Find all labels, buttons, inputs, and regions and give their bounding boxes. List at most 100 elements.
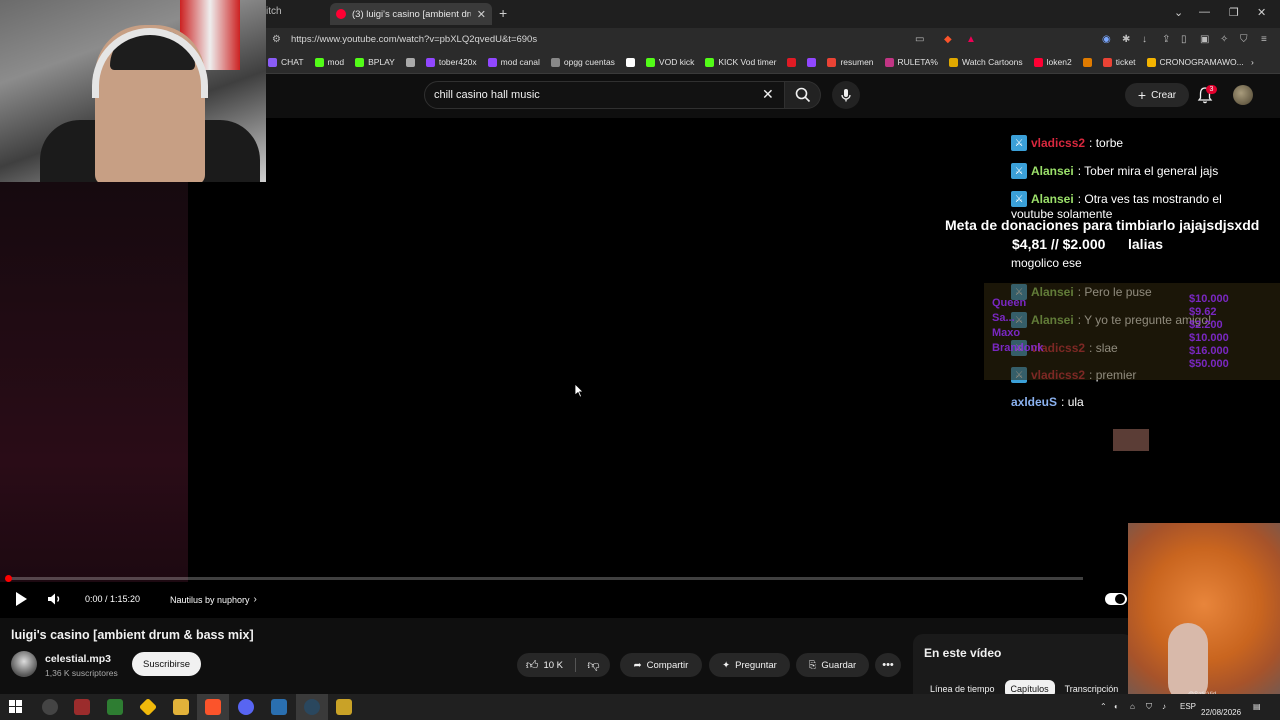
site-info-icon[interactable]: ⚙	[272, 34, 281, 45]
bookmark-item[interactable]: tober420x	[425, 57, 477, 67]
bookmark-icon: ⎘	[808, 659, 817, 671]
bookmark-item[interactable]: mod canal	[487, 57, 540, 67]
taskbar-chrome-icon[interactable]	[42, 699, 58, 715]
bookmark-favicon-icon	[550, 57, 560, 67]
search-input[interactable]: chill casino hall music	[434, 89, 540, 101]
taskbar-brave-icon[interactable]	[205, 699, 221, 715]
bookmark-label: mod canal	[500, 57, 540, 67]
bookmarks-overflow-icon[interactable]: ›	[1251, 57, 1254, 67]
dislike-button[interactable]: 👎︎	[577, 658, 610, 673]
mouse-cursor-icon	[574, 383, 584, 398]
taskbar-vscode-icon[interactable]	[271, 699, 287, 715]
bookmark-item[interactable]: RULETA%	[884, 57, 938, 67]
bookmark-label: VOD kick	[658, 57, 695, 67]
account-avatar[interactable]	[1233, 85, 1253, 105]
bookmark-item[interactable]: ticket	[1102, 57, 1136, 67]
search-clear-icon[interactable]: ✕	[762, 86, 774, 103]
more-actions-button[interactable]: •••	[875, 653, 901, 677]
like-button[interactable]: 👍︎ 10 K	[517, 658, 572, 673]
vpn-icon[interactable]: ⛉	[1240, 34, 1248, 45]
chat-text: : Otra ves tas mostrando el	[1077, 192, 1222, 206]
bookmark-item[interactable]: KICK Vod timer	[705, 57, 776, 67]
taskbar-discord-icon[interactable]	[238, 699, 254, 715]
menu-icon[interactable]: ≡	[1261, 34, 1267, 45]
create-button[interactable]: + Crear	[1125, 83, 1189, 107]
play-icon[interactable]	[14, 591, 28, 607]
taskbar-app-icon[interactable]	[74, 699, 90, 715]
minimize-icon[interactable]: —	[1199, 6, 1210, 18]
bookmark-item[interactable]: mod	[314, 57, 344, 67]
sidebar-toggle-icon[interactable]: ▯	[1181, 34, 1187, 45]
bookmark-item[interactable]: CRONOGRAMAWO...	[1146, 57, 1244, 67]
windows-start-icon[interactable]	[9, 700, 22, 713]
leo-ai-icon[interactable]: ✧	[1220, 34, 1228, 45]
tab-close-icon[interactable]: ✕	[477, 8, 486, 21]
bookmark-item[interactable]	[807, 57, 817, 67]
new-tab-icon[interactable]: +	[499, 5, 507, 21]
bookmark-item[interactable]	[405, 57, 415, 67]
search-button[interactable]	[785, 81, 821, 109]
chat-message: ⚔ Alansei: Tober mira el general jajs	[1011, 163, 1218, 179]
taskbar-date[interactable]: 22/08/2026	[1201, 708, 1241, 717]
bookmark-item[interactable]	[1082, 57, 1092, 67]
brave-shield-icon[interactable]: ◆	[944, 34, 952, 45]
bookmark-favicon-icon	[487, 57, 497, 67]
window-close-icon[interactable]: ✕	[1257, 6, 1266, 19]
extensions-icon[interactable]: ✱	[1122, 34, 1130, 45]
share-page-icon[interactable]: ⇪	[1162, 34, 1170, 45]
tray-network-icon[interactable]: ⌂	[1130, 702, 1135, 711]
bookmark-favicon-icon	[425, 57, 435, 67]
taskbar-steam-icon[interactable]	[304, 699, 320, 715]
subscribe-button[interactable]: Suscribirse	[132, 652, 201, 676]
notification-badge: 3	[1206, 85, 1217, 94]
donor-amount: $9.62	[1189, 306, 1217, 318]
brave-rewards-icon[interactable]: ▲	[966, 34, 976, 45]
youtube-favicon-icon	[336, 9, 346, 19]
wallet-icon[interactable]: ▣	[1200, 34, 1209, 45]
bookmarks-list: CHAT mod BPLAY tober420x mod canal opgg cuent…	[268, 57, 1258, 67]
bookmark-item[interactable]: opgg cuentas	[550, 57, 615, 67]
moderator-badge-icon: ⚔	[1011, 135, 1027, 151]
like-count: 10 K	[543, 659, 563, 671]
channel-name[interactable]: celestial.mp3	[45, 653, 111, 665]
chapter-link[interactable]: Nautilus by nuphory ›	[170, 594, 257, 605]
tray-app-icon[interactable]: ◐	[1114, 702, 1119, 711]
bookmark-label: RULETA%	[897, 57, 938, 67]
save-button[interactable]: ⎘ Guardar	[796, 653, 869, 677]
bookmark-item[interactable]	[625, 57, 635, 67]
cast-icon[interactable]: ▭	[915, 34, 924, 45]
sound-icon[interactable]: ◉	[1102, 34, 1111, 45]
bookmark-item[interactable]: Watch Cartoons	[949, 57, 1023, 67]
progress-bar[interactable]	[8, 577, 1083, 580]
bookmark-item[interactable]: BPLAY	[355, 57, 395, 67]
bookmark-item[interactable]: resumen	[827, 57, 874, 67]
downloads-icon[interactable]: ↓	[1142, 34, 1147, 45]
ask-button[interactable]: ✦ Preguntar	[709, 653, 790, 677]
language-indicator[interactable]: ESP	[1180, 702, 1196, 711]
bookmark-favicon-icon	[314, 57, 324, 67]
bookmark-item[interactable]: VOD kick	[645, 57, 695, 67]
volume-icon[interactable]	[47, 592, 63, 606]
taskbar-folder-icon[interactable]	[173, 699, 189, 715]
bookmark-item[interactable]: CHAT	[268, 57, 304, 67]
thumbs-up-icon: 👍︎	[525, 657, 539, 672]
taskbar-app2-icon[interactable]	[336, 699, 352, 715]
voice-search-button[interactable]	[832, 81, 860, 109]
tab-list-chevron-icon[interactable]: ⌄	[1174, 6, 1183, 19]
tray-volume-icon[interactable]: ♪	[1162, 702, 1166, 711]
bookmark-item[interactable]	[787, 57, 797, 67]
taskbar-game-icon[interactable]	[107, 699, 123, 715]
bookmark-label: loken2	[1046, 57, 1072, 67]
previous-tab[interactable]: itch	[266, 6, 282, 17]
donation-goal-title: Meta de donaciones para timbiarlo jajajs…	[945, 217, 1260, 233]
tray-shield-icon[interactable]: ⛉	[1146, 702, 1152, 712]
bookmark-item[interactable]: loken2	[1033, 57, 1072, 67]
progress-scrubber[interactable]	[5, 575, 12, 582]
active-tab[interactable]: (3) luigi's casino [ambient drum ... ✕	[330, 3, 492, 25]
url-field[interactable]: https://www.youtube.com/watch?v=pbXLQ2qv…	[291, 34, 537, 45]
share-button[interactable]: ➦ Compartir	[620, 653, 702, 677]
channel-avatar[interactable]	[11, 651, 37, 677]
notification-center-icon[interactable]: ▤	[1253, 702, 1261, 711]
restore-icon[interactable]: ❐	[1229, 6, 1239, 19]
tray-overflow-icon[interactable]: ⌃	[1100, 702, 1107, 711]
